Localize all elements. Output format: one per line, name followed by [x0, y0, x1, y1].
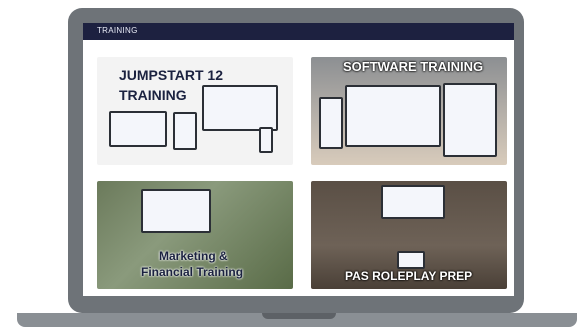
- tile-title: SOFTWARE TRAINING: [343, 59, 484, 74]
- phone-device: [319, 97, 343, 149]
- tile-title-line2: TRAINING: [119, 87, 187, 103]
- tv-device: [141, 189, 211, 233]
- laptop-device: [345, 85, 441, 147]
- header-bar: TRAINING: [83, 23, 514, 40]
- laptop-screen: TRAINING JUMPSTART 12 TRAINING SOFTWARE …: [83, 23, 514, 296]
- laptop-device: [109, 111, 167, 147]
- tablet-device: [173, 112, 197, 150]
- tile-pas-roleplay-prep[interactable]: PAS ROLEPLAY PREP: [311, 181, 507, 289]
- tablet-device: [443, 83, 497, 157]
- tile-software-training[interactable]: SOFTWARE TRAINING: [311, 57, 507, 165]
- tv-device: [381, 185, 445, 219]
- page-title: TRAINING: [97, 26, 138, 35]
- tile-title-line1: JUMPSTART 12: [119, 67, 223, 83]
- tile-title-line1: Marketing &: [159, 249, 228, 263]
- monitor-device: [202, 85, 278, 131]
- laptop-notch: [262, 313, 336, 319]
- laptop-device: [397, 251, 425, 269]
- tile-title-line2: Financial Training: [141, 265, 244, 279]
- tile-marketing-financial-training[interactable]: Marketing & Financial Training: [97, 181, 293, 289]
- tile-jumpstart-training[interactable]: JUMPSTART 12 TRAINING: [97, 57, 293, 165]
- tile-title: PAS ROLEPLAY PREP: [345, 269, 473, 283]
- phone-device: [259, 127, 273, 153]
